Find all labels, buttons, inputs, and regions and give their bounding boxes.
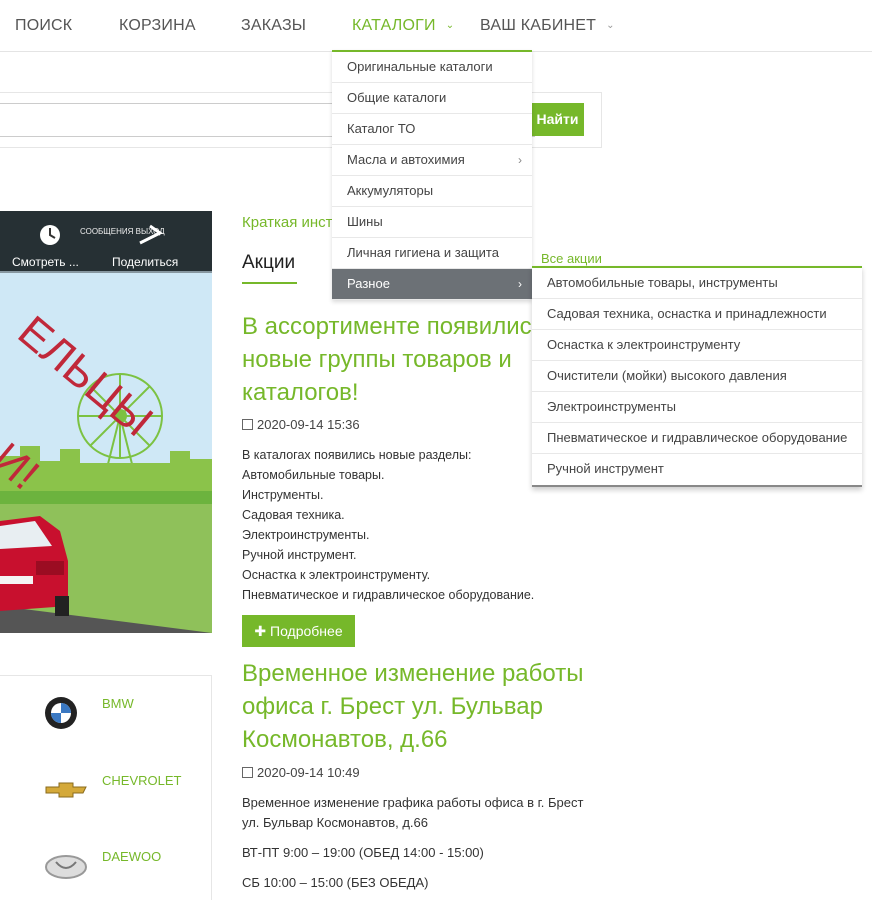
bmw-logo-icon bbox=[45, 697, 77, 729]
submenu-item[interactable]: Очистители (мойки) высокого давления bbox=[532, 361, 862, 392]
calendar-icon bbox=[242, 419, 253, 430]
brand-name: DAEWOO bbox=[102, 849, 162, 864]
nav-search[interactable]: ПОИСК bbox=[15, 17, 72, 35]
brand-name: CHEVROLET bbox=[102, 773, 182, 788]
menu-item-label: Личная гигиена и защита bbox=[347, 245, 499, 260]
misc-submenu: Автомобильные товары, инструменты Садова… bbox=[532, 266, 862, 487]
menu-item-label: Общие каталоги bbox=[347, 90, 447, 105]
news-body-line: Ручной инструмент. bbox=[242, 548, 357, 562]
share-label: Поделиться bbox=[112, 255, 178, 269]
menu-item-oils-chemicals[interactable]: Масла и автохимия › bbox=[332, 145, 532, 176]
submenu-item[interactable]: Оснастка к электроинструменту bbox=[532, 330, 862, 361]
menu-item-general-catalogs[interactable]: Общие каталоги bbox=[332, 83, 532, 114]
more-button[interactable]: ✚ Подробнее bbox=[242, 615, 355, 647]
menu-item-label: Шины bbox=[347, 214, 383, 229]
menu-item-label: Разное bbox=[347, 276, 390, 291]
video-player[interactable]: ЕЛЬЦЫ И! СООБЩЕНИЯ ВЫХОД Смотреть ... По… bbox=[0, 211, 212, 633]
news-body-line: Электроинструменты. bbox=[242, 528, 370, 542]
tab-promos[interactable]: Акции bbox=[242, 252, 295, 274]
chevrolet-logo-icon bbox=[45, 782, 87, 798]
menu-item-label: Оригинальные каталоги bbox=[347, 59, 493, 74]
brand-name: BMW bbox=[102, 696, 134, 711]
menu-item-label: Масла и автохимия bbox=[347, 152, 465, 167]
brand-list: BMW CHEVROLET DAEWOO bbox=[0, 675, 212, 900]
menu-item-tires[interactable]: Шины bbox=[332, 207, 532, 238]
news-body: В каталогах появились новые разделы: Авт… bbox=[242, 445, 534, 605]
menu-item-misc[interactable]: Разное › bbox=[332, 269, 532, 300]
news-body-line: ВТ-ПТ 9:00 – 19:00 (ОБЕД 14:00 - 15:00) bbox=[242, 845, 484, 860]
nav-catalogs-label: КАТАЛОГИ bbox=[352, 17, 436, 34]
chevron-right-icon: › bbox=[518, 277, 522, 291]
chevron-down-icon: ⌄ bbox=[445, 20, 455, 31]
news-date: 2020-09-14 15:36 bbox=[242, 417, 360, 432]
news-body-line: СБ 10:00 – 15:00 (БЕЗ ОБЕДА) bbox=[242, 875, 429, 890]
calendar-icon bbox=[242, 767, 253, 778]
tab-active-underline bbox=[242, 282, 297, 284]
nav-catalogs[interactable]: КАТАЛОГИ ⌄ bbox=[352, 17, 454, 35]
menu-item-hygiene[interactable]: Личная гигиена и защита bbox=[332, 238, 532, 269]
catalogs-dropdown: Оригинальные каталоги Общие каталоги Кат… bbox=[332, 50, 532, 300]
nav-cart[interactable]: КОРЗИНА bbox=[119, 17, 196, 35]
menu-item-maintenance-catalog[interactable]: Каталог ТО bbox=[332, 114, 532, 145]
news-body-line: В каталогах появились новые разделы: bbox=[242, 448, 472, 462]
search-button[interactable]: Найти bbox=[531, 103, 584, 136]
menu-item-batteries[interactable]: Аккумуляторы bbox=[332, 176, 532, 207]
watch-later-label: Смотреть ... bbox=[12, 255, 79, 269]
submenu-item[interactable]: Автомобильные товары, инструменты bbox=[532, 268, 862, 299]
news-body-line: Временное изменение графика работы офиса… bbox=[242, 795, 584, 810]
brand-item-chevrolet[interactable]: CHEVROLET bbox=[0, 763, 212, 833]
chevron-right-icon: › bbox=[518, 153, 522, 167]
news-body-line: Садовая техника. bbox=[242, 508, 345, 522]
nav-cabinet[interactable]: ВАШ КАБИНЕТ ⌄ bbox=[480, 17, 615, 35]
news-body-line: Пневматическое и гидравлическое оборудов… bbox=[242, 588, 535, 602]
nav-cabinet-label: ВАШ КАБИНЕТ bbox=[480, 17, 597, 34]
menu-item-label: Аккумуляторы bbox=[347, 183, 434, 198]
nav-orders[interactable]: ЗАКАЗЫ bbox=[241, 17, 306, 35]
all-promos-link[interactable]: Все акции bbox=[541, 251, 602, 266]
news-date-text: 2020-09-14 15:36 bbox=[257, 417, 360, 432]
news-body-line: Инструменты. bbox=[242, 488, 324, 502]
menu-item-label: Каталог ТО bbox=[347, 121, 416, 136]
top-navigation: ПОИСК КОРЗИНА ЗАКАЗЫ КАТАЛОГИ ⌄ ВАШ КАБИН… bbox=[0, 0, 872, 52]
daewoo-logo-icon bbox=[45, 855, 87, 879]
submenu-item[interactable]: Пневматическое и гидравлическое оборудов… bbox=[532, 423, 862, 454]
brand-item-daewoo[interactable]: DAEWOO bbox=[0, 839, 212, 900]
news-body-line: Оснастка к электроинструменту. bbox=[242, 568, 431, 582]
submenu-item[interactable]: Ручной инструмент bbox=[532, 454, 862, 485]
menu-item-original-catalogs[interactable]: Оригинальные каталоги bbox=[332, 52, 532, 83]
submenu-item[interactable]: Садовая техника, оснастка и принадлежнос… bbox=[532, 299, 862, 330]
plus-icon: ✚ bbox=[254, 623, 270, 639]
news-body-line: ул. Бульвар Космонавтов, д.66 bbox=[242, 815, 428, 830]
more-button-label: Подробнее bbox=[270, 623, 343, 639]
brief-instructions-link[interactable]: Краткая инст bbox=[242, 214, 333, 231]
video-thumbnail: ЕЛЬЦЫ И! СООБЩЕНИЯ ВЫХОД Смотреть ... По… bbox=[0, 211, 212, 633]
news-date: 2020-09-14 10:49 bbox=[242, 765, 360, 780]
news-date-text: 2020-09-14 10:49 bbox=[257, 765, 360, 780]
chevron-down-icon: ⌄ bbox=[606, 20, 615, 31]
news-title[interactable]: Временное изменение работы офиса г. Брес… bbox=[242, 657, 602, 756]
brand-item-bmw[interactable]: BMW bbox=[0, 686, 212, 756]
submenu-item[interactable]: Электроинструменты bbox=[532, 392, 862, 423]
news-body-line: Автомобильные товары. bbox=[242, 468, 385, 482]
